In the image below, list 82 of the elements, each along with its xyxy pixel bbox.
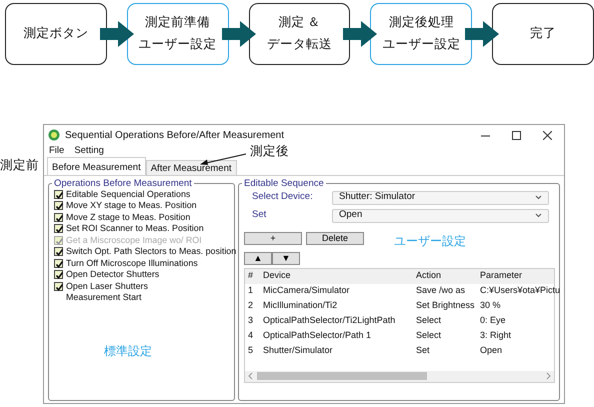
step-text: ユーザー設定 — [138, 36, 217, 53]
window-title: Sequential Operations Before/After Measurement — [65, 128, 284, 142]
table-cell-text: Shutter/Simulator — [262, 344, 334, 358]
table-cell-text: MicIllumination/Ti2 — [262, 299, 338, 312]
field-label: Set — [251, 208, 268, 222]
checkbox-label: Move XY stage to Meas. Position — [66, 199, 197, 212]
table-cell-text: 0: Eye — [479, 314, 507, 328]
annotation-label: 標準設定 — [104, 342, 152, 360]
table-cell-text: OpticalPathSelector/Ti2LightPath — [262, 314, 396, 328]
step-text: 測定 ＆ — [278, 14, 321, 32]
move-up-button[interactable]: ▲ — [244, 252, 272, 264]
menu-item[interactable]: Setting — [74, 144, 104, 158]
table-cell-text: 2 — [247, 299, 254, 312]
checkbox[interactable] — [54, 224, 63, 234]
step-text: 測定前準備 — [145, 14, 210, 32]
checkbox-label: Get a Miscroscope Image wo/ ROI — [66, 234, 202, 247]
scroll-right-icon — [546, 372, 551, 380]
annotation-label: 測定前 — [0, 157, 39, 174]
tab[interactable]: Before Measurement — [47, 157, 146, 175]
caret-icon — [535, 213, 542, 218]
checkbox-label: Turn Off Microscope Illuminations — [66, 256, 198, 270]
column-header: Parameter — [479, 269, 524, 282]
scroll-left-icon — [248, 372, 253, 380]
step-text: 測定後処理 — [388, 14, 454, 32]
table-cell-text: Select — [415, 314, 442, 328]
table-cell-text: 5 — [247, 344, 254, 358]
table-cell-text: Open — [479, 344, 504, 358]
step-text: 測定ボタン — [23, 25, 88, 42]
column-header: # — [247, 269, 254, 282]
checkbox-label: Switch Opt. Path Slectors to Meas. position — [66, 245, 236, 258]
menu-item[interactable]: File — [49, 144, 64, 158]
maximize-icon — [512, 130, 521, 140]
field-label: Select Device: — [251, 190, 314, 204]
checkbox[interactable] — [54, 212, 63, 222]
group-title: Editable Sequence — [243, 179, 325, 188]
table-cell-text: MicCamera/Simulator — [262, 284, 351, 298]
checkbox[interactable] — [54, 282, 63, 291]
leader-arrow — [200, 152, 247, 166]
checkbox-label: Move Z stage to Meas. Position — [66, 210, 190, 224]
tab[interactable]: After Measurement — [146, 160, 237, 175]
arrow-icon — [465, 21, 500, 47]
step-text: 完了 — [530, 25, 556, 42]
checkbox[interactable] — [54, 258, 63, 268]
table-cell-text: Set Brightness — [415, 299, 476, 312]
move-down-button[interactable]: ▼ — [272, 252, 300, 264]
table-cell-text: C:¥Users¥ota¥Pictu — [479, 284, 560, 298]
arrow-icon — [343, 21, 378, 47]
delete-button[interactable]: Delete — [306, 232, 364, 245]
step-label: Measurement Start — [66, 291, 142, 304]
group-title: Operations Before Measurement — [53, 179, 193, 188]
arrow-icon — [100, 21, 134, 47]
annotation-label: ユーザー設定 — [394, 232, 466, 250]
close-icon — [543, 130, 552, 140]
checkbox[interactable] — [54, 201, 63, 210]
table-cell-text: 1 — [247, 284, 254, 298]
checkbox-label: Open Detector Shutters — [66, 268, 160, 282]
caret-icon — [535, 195, 542, 200]
arrow-icon — [222, 21, 256, 47]
table-cell-text: 4 — [247, 329, 254, 342]
step-text: ユーザー設定 — [382, 36, 460, 53]
add-button[interactable]: + — [244, 232, 302, 245]
step-text: データ転送 — [266, 36, 332, 53]
dropdown[interactable]: Open — [332, 208, 549, 222]
column-header: Action — [415, 269, 442, 282]
checkbox-label: Open Laser Shutters — [66, 280, 148, 293]
checkbox-label: Editable Sequencial Operations — [66, 188, 190, 201]
checkbox[interactable] — [54, 190, 63, 199]
column-header: Device — [262, 269, 292, 282]
table-cell-text: OpticalPathSelector/Path 1 — [262, 329, 372, 342]
table-cell-text: 3 — [247, 314, 254, 328]
table-cell-text: 3: Right — [479, 329, 512, 342]
dropdown[interactable]: Shutter: Simulator — [332, 190, 549, 204]
table-cell-text: Save /wo as — [415, 284, 466, 298]
table-cell-text: 30 % — [479, 299, 502, 312]
table-cell-text: Set — [415, 344, 431, 358]
checkbox[interactable] — [54, 247, 63, 256]
horizontal-scrollbar[interactable] — [245, 370, 554, 382]
annotation-label: 測定後 — [250, 143, 289, 160]
checkbox-label: Set ROI Scanner to Meas. Position — [66, 222, 204, 236]
table-cell-text: Select — [415, 329, 442, 342]
checkbox[interactable] — [54, 270, 63, 280]
app-icon — [48, 129, 60, 141]
